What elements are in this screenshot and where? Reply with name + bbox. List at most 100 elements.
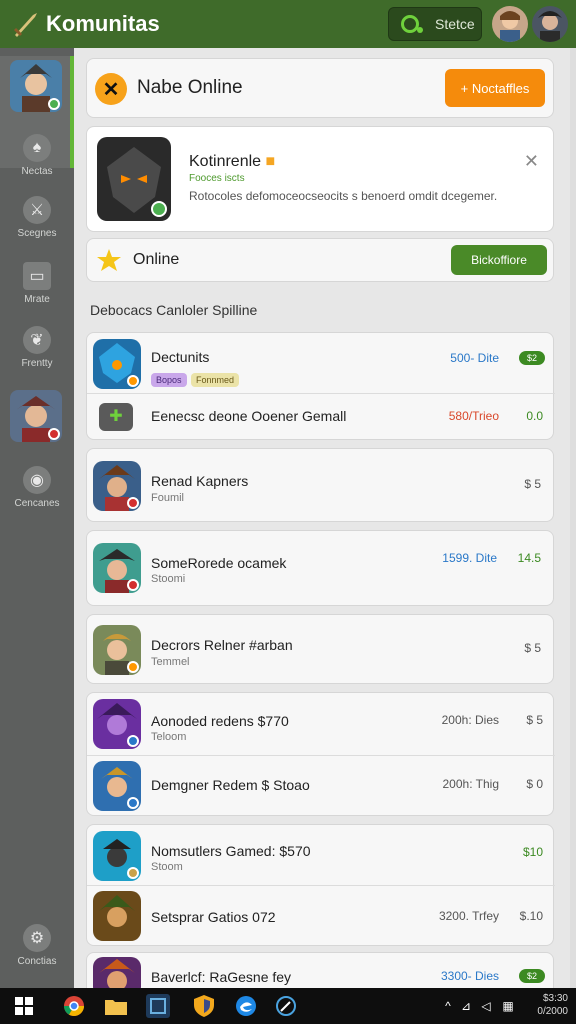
list-item-title: Nomsutlers Gamed: $570 [151, 843, 311, 859]
notification-subtitle: Fooces iscts [189, 173, 245, 184]
price-label: 580/Trieo [448, 409, 499, 423]
profile-avatar[interactable] [532, 6, 568, 42]
list-item-title: Demgner Redem $ Stoao [151, 777, 310, 793]
speaker-icon[interactable]: ◁ [474, 994, 498, 1018]
list-group: Dectunits Bopos Fonnmed 500- Dite $2 ✚ E… [86, 332, 555, 441]
list-item[interactable]: Nomsutlers Gamed: $570 Stoom $10 [87, 825, 555, 885]
sidebar-item-scegnes[interactable]: ⚔ Scegnes [0, 196, 74, 239]
sidebar-item-label: Cencanes [14, 498, 60, 509]
sidebar-item-label: Mrate [24, 294, 50, 305]
list-item[interactable]: Demgner Redem $ Stoao 200h: Thig $ 0 [87, 755, 555, 817]
online-game-card: ✕ Nabe Online + Noctaffles [86, 58, 554, 118]
sidebar-item-label: Conctias [17, 956, 57, 967]
list-item[interactable]: Setsprar Gatios 072 3200. Trfey $.10 [87, 885, 555, 947]
status-chip: $2 [519, 969, 545, 983]
close-x-icon: ✕ [95, 73, 127, 105]
game-thumbnail [93, 699, 141, 749]
status-icon [401, 15, 423, 33]
game-thumbnail [93, 339, 141, 389]
list-item-card[interactable]: Renad Kapners Foumil $ 5 [86, 448, 554, 522]
sidebar-item-frentty[interactable]: ❦ Frentty [0, 326, 74, 369]
value-label: $ 0 [526, 777, 543, 791]
list-item-subtitle: Temmel [151, 656, 190, 668]
card-icon: ▭ [23, 262, 51, 290]
status-action-button[interactable]: Bickoffiore [451, 245, 547, 275]
sidebar-item-label: Scegnes [17, 228, 57, 239]
game-thumbnail [93, 831, 141, 881]
list-item-subtitle: Stoomi [151, 573, 186, 585]
list-item-subtitle: Foumil [151, 492, 185, 504]
sidebar-item-nectas[interactable]: ♠ Nectas [0, 134, 74, 177]
notification-card: Kotinrenle ■ Fooces iscts Rotocoles defo… [86, 126, 554, 232]
value-label: 14.5 [517, 551, 541, 565]
sidebar-item-mrate[interactable]: ▭ Mrate [0, 262, 74, 305]
sidebar-item-label: Frentty [21, 358, 53, 369]
value-label: $ 5 [524, 641, 541, 655]
close-icon[interactable]: ✕ [524, 151, 539, 172]
list-item[interactable]: Dectunits Bopos Fonnmed 500- Dite $2 [87, 333, 555, 393]
app-window-icon[interactable] [146, 994, 170, 1018]
scrollbar[interactable] [570, 48, 576, 988]
folder-icon[interactable] [104, 994, 128, 1018]
price-label: 500- Dite [450, 351, 499, 365]
value-label: $ 5 [526, 713, 543, 727]
sidebar-profile-avatar[interactable] [10, 60, 62, 112]
add-button[interactable]: + Noctaffles [445, 69, 545, 107]
badge-icon [127, 735, 139, 747]
list-item[interactable]: ✚ Eenecsc deone Ooener Gemall 580/Trieo … [87, 393, 555, 441]
sidebar-item-label: Nectas [21, 166, 53, 177]
sidebar: ♠ Nectas ⚔ Scegnes ▭ Mrate ❦ Frentty ◉ C… [0, 48, 74, 988]
sidebar-item-conctias[interactable]: ⚙ Conctias [0, 924, 74, 967]
status-chip: $2 [519, 351, 545, 365]
list-item-title: Aonoded redens $770 [151, 713, 289, 729]
list-item-title: Renad Kapners [151, 473, 249, 489]
sidebar-item-cencanes[interactable]: ◉ Cencanes [0, 466, 74, 509]
game-thumbnail [97, 137, 171, 221]
notification-title: Kotinrenle ■ [189, 153, 276, 170]
game-thumbnail [93, 891, 141, 941]
emoji-icon: ■ [265, 153, 276, 170]
main-content: ✕ Nabe Online + Noctaffles Kotinrenle ■ … [74, 48, 570, 997]
taskbar: ^ ⊿ ◁ ▦ $3:30 0/2000 [0, 988, 576, 1024]
list-item-title: Eenecsc deone Ooener Gemall [151, 408, 347, 424]
pen-icon[interactable] [274, 994, 298, 1018]
list-item-card[interactable]: Decrors Relner #arban Temmel $ 5 [86, 614, 554, 684]
windows-start-icon[interactable] [12, 994, 36, 1018]
clock-date: 0/2000 [537, 1006, 568, 1017]
shield-icon[interactable] [192, 994, 216, 1018]
online-card-title: Nabe Online [137, 77, 243, 98]
clock[interactable]: $3:30 0/2000 [537, 992, 568, 1018]
keyboard-icon[interactable]: ▦ [496, 994, 520, 1018]
value-label: $.10 [519, 909, 543, 923]
sidebar-friend-avatar[interactable] [10, 390, 62, 442]
settings-icon: ⚙ [23, 924, 51, 952]
flame-icon: ♠ [23, 134, 51, 162]
list-item-title: SomeRorede ocamek [151, 555, 287, 571]
list-item[interactable]: Aonoded redens $770 Teloom 200h: Dies $ … [87, 693, 555, 755]
value-label: $10 [522, 845, 543, 859]
notification-description: Rotocoles defomoceocseocits s benoerd om… [189, 189, 498, 203]
game-thumbnail [93, 461, 141, 511]
price-label: 3200. Trfey [438, 909, 499, 923]
list-item-subtitle: Teloom [151, 731, 187, 743]
game-thumbnail [93, 761, 141, 811]
status-card: Online Bickoffiore [86, 238, 554, 282]
chrome-icon[interactable] [62, 994, 86, 1018]
badge-icon [127, 867, 139, 879]
value-label: $ 5 [524, 477, 541, 491]
price-label: 200h: Dies [441, 713, 499, 727]
badge-icon [127, 497, 139, 509]
list-item-card[interactable]: SomeRorede ocamek Stoomi 1599. Dite 14.5 [86, 530, 554, 606]
status-label: Online [133, 251, 180, 268]
price-label: 3300- Dies [440, 969, 499, 983]
badge-icon [127, 375, 139, 387]
user-avatar[interactable] [492, 6, 528, 42]
list-group: Aonoded redens $770 Teloom 200h: Dies $ … [86, 692, 555, 817]
gamepad-icon: ◉ [23, 466, 51, 494]
list-group: Nomsutlers Gamed: $570 Stoom $10 Setspra… [86, 824, 555, 947]
app-header: Komunitas Stetce [0, 0, 576, 48]
edge-icon[interactable] [234, 994, 258, 1018]
badge-icon [127, 661, 139, 673]
status-toggle[interactable]: Stetce [388, 7, 482, 41]
status-toggle-label: Stetce [435, 16, 475, 32]
